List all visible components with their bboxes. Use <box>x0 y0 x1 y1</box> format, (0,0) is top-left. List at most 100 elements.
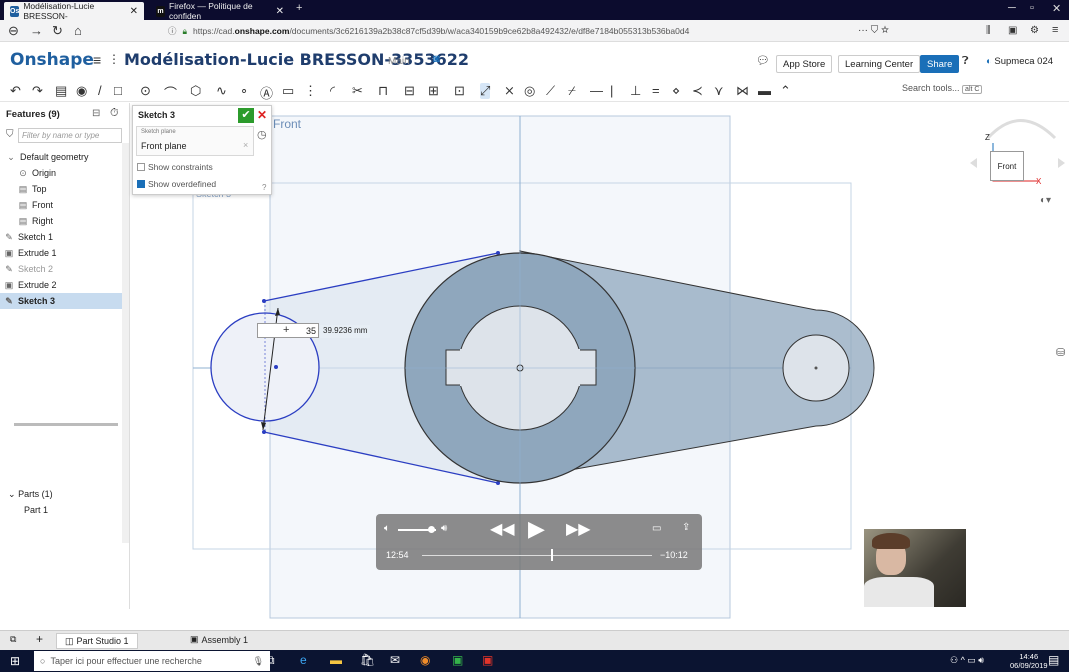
vertical-icon[interactable]: | <box>610 83 613 98</box>
firefox-icon[interactable]: ◉ <box>420 653 430 667</box>
tab-assembly[interactable]: ▣ Assembly 1 <box>190 634 248 645</box>
history-icon[interactable]: ◷ <box>257 128 267 141</box>
sketch-tool-icon[interactable]: ▤ <box>55 83 67 99</box>
filter-icon[interactable]: ⛉ <box>6 129 14 140</box>
text-tool-icon[interactable]: ▭ <box>282 83 294 99</box>
page-actions-icon[interactable]: ··· ⛉ ☆ <box>858 25 889 36</box>
edge-icon[interactable]: e <box>300 653 307 667</box>
view-cube-face[interactable]: Front <box>990 151 1024 181</box>
app-store-button[interactable]: App Store <box>776 55 833 73</box>
feature-item[interactable]: ▤ Right <box>0 213 122 229</box>
normal-icon[interactable]: ≺ <box>692 83 703 99</box>
chevron-down-icon[interactable]: ⌄ <box>8 489 16 499</box>
arc-tool-icon[interactable]: ⌒ <box>164 83 177 102</box>
help-icon[interactable]: ? <box>262 183 266 192</box>
undo-icon[interactable]: ↶ <box>10 83 21 99</box>
coincident-icon[interactable]: ⨯ <box>504 83 515 99</box>
tangent-icon[interactable]: ⌿ <box>568 83 576 99</box>
parallel-icon[interactable]: ⟋ <box>546 83 555 99</box>
share-icon[interactable]: ⇪ <box>682 522 690 533</box>
feature-list-scrollbar[interactable] <box>122 143 129 543</box>
sketch-point[interactable] <box>262 299 266 303</box>
spline-tool-icon[interactable]: ∿ <box>216 83 227 99</box>
fillet-tool-icon[interactable]: ◜ <box>330 83 335 99</box>
feature-filter-input[interactable]: Filter by name or type <box>18 128 122 143</box>
onshape-logo[interactable]: Onshape <box>10 50 94 70</box>
rectangle-tool-icon[interactable]: □ <box>114 83 122 98</box>
help-icon[interactable]: ❓︎ <box>962 55 969 68</box>
video-seek-handle[interactable] <box>551 549 553 561</box>
offset-tool-icon[interactable]: ⊓ <box>378 83 388 99</box>
feature-item[interactable]: ▤ Top <box>0 181 122 197</box>
tab-manager-icon[interactable]: ⧉ <box>10 634 16 645</box>
doc-menu-icon[interactable]: ⋮ <box>108 52 120 66</box>
pierce-icon[interactable]: ⋎ <box>714 83 724 99</box>
parts-group[interactable]: ⌄ Parts (1) <box>8 489 53 500</box>
minimize-icon[interactable]: ─ <box>1008 2 1016 14</box>
cancel-x-icon[interactable]: ✕ <box>257 108 267 122</box>
keyway[interactable] <box>445 349 597 386</box>
user-menu[interactable]: ◐ Supmeca 024 <box>986 56 1053 67</box>
checkbox-icon[interactable] <box>137 163 145 171</box>
feature-item[interactable]: ✎ Sketch 2 <box>0 261 122 277</box>
microphone-icon[interactable]: 🎙︎ <box>253 656 264 667</box>
notifications-icon[interactable]: ▤ <box>1048 653 1059 667</box>
accept-check-icon[interactable]: ✔ <box>238 108 254 123</box>
url-bar[interactable]: ⓘ 🔒︎ https://cad.onshape.com/documents/3… <box>160 22 920 40</box>
extension-icon[interactable]: ⚙ <box>1030 25 1039 36</box>
pattern-tool-icon[interactable]: ⊞ <box>428 83 439 99</box>
info-icon[interactable]: ⓘ <box>168 25 177 37</box>
sketch-point[interactable] <box>262 430 266 434</box>
back-icon[interactable]: ⊖ <box>8 23 19 39</box>
appearance-panel-icon[interactable]: ⛁ <box>1056 346 1065 359</box>
feature-item[interactable]: ▤ Front <box>0 197 122 213</box>
fix-icon[interactable]: ▬ <box>758 83 771 98</box>
windows-start-icon[interactable]: ⊞ <box>10 654 20 668</box>
volume-handle[interactable] <box>428 526 435 533</box>
rollback-icon[interactable]: ⊟ <box>92 108 100 119</box>
mail-icon[interactable]: ✉ <box>390 653 400 667</box>
polygon-tool-icon[interactable]: ⬡ <box>190 83 201 99</box>
system-tray[interactable]: ⚇ ^ ▭ 🔊︎ <box>950 655 984 666</box>
part-item[interactable]: Part 1 <box>24 505 48 515</box>
video-seek-bar[interactable] <box>422 555 652 556</box>
feature-item[interactable]: ⊙ Origin <box>0 165 122 181</box>
transform-tool-icon[interactable]: ⊡ <box>454 83 465 99</box>
reload-icon[interactable]: ↻ <box>52 23 63 39</box>
menu-icon[interactable]: ≡ <box>1052 24 1058 36</box>
version-graph-icon[interactable]: ◙ <box>433 53 440 65</box>
equal-icon[interactable]: = <box>652 83 660 98</box>
timer-icon[interactable]: ⏱ <box>110 107 119 120</box>
extrude-tool-icon[interactable]: ◉ <box>76 83 87 99</box>
forward-icon[interactable]: → <box>30 23 43 38</box>
concentric-icon[interactable]: ◎ <box>524 83 535 99</box>
branch-label[interactable]: Main <box>388 56 410 67</box>
search-tools-input[interactable]: Search tools... alt C <box>902 83 983 94</box>
taskbar-search-box[interactable]: ○ Taper ici pour effectuer une recherche… <box>34 651 270 671</box>
close-tab-icon[interactable]: ✕ <box>276 6 284 17</box>
clear-plane-icon[interactable]: × <box>243 140 248 150</box>
mirror-tool-icon[interactable]: ⊟ <box>404 83 415 99</box>
camtasia-red-icon[interactable]: ▣ <box>482 653 493 667</box>
horizontal-icon[interactable]: — <box>590 83 603 98</box>
checkbox-icon[interactable] <box>137 180 145 188</box>
window-close-icon[interactable]: ✕ <box>1052 2 1061 15</box>
volume-icon[interactable]: 🔈︎ <box>384 523 390 534</box>
default-geometry-group[interactable]: ⌄ Default geometry <box>0 149 122 165</box>
file-explorer-icon[interactable]: ▬ <box>330 653 342 667</box>
close-tab-icon[interactable]: ✕ <box>130 6 138 17</box>
clock[interactable]: 14:46 06/09/2019 <box>1010 652 1048 670</box>
circle-tool-icon[interactable]: ⊙ <box>140 83 151 99</box>
add-tab-icon[interactable]: + <box>36 632 43 646</box>
view-rotate-left-icon[interactable] <box>970 158 977 168</box>
sidebar-toggle-icon[interactable]: ▣ <box>1008 25 1017 36</box>
perpendicular-icon[interactable]: ⊥ <box>630 83 641 99</box>
play-icon[interactable]: ▶ <box>528 516 545 542</box>
rollback-bar[interactable] <box>14 423 118 426</box>
feature-item[interactable]: ▣ Extrude 2 <box>0 277 122 293</box>
document-title[interactable]: Modélisation-Lucie BRESSON-3353622 <box>124 50 469 69</box>
hamburger-menu-icon[interactable]: ≡ <box>93 52 101 68</box>
symmetric-icon[interactable]: ⋈ <box>736 83 749 99</box>
comments-icon[interactable]: 💬︎ <box>756 54 770 67</box>
feature-item[interactable]: ▣ Extrude 1 <box>0 245 122 261</box>
